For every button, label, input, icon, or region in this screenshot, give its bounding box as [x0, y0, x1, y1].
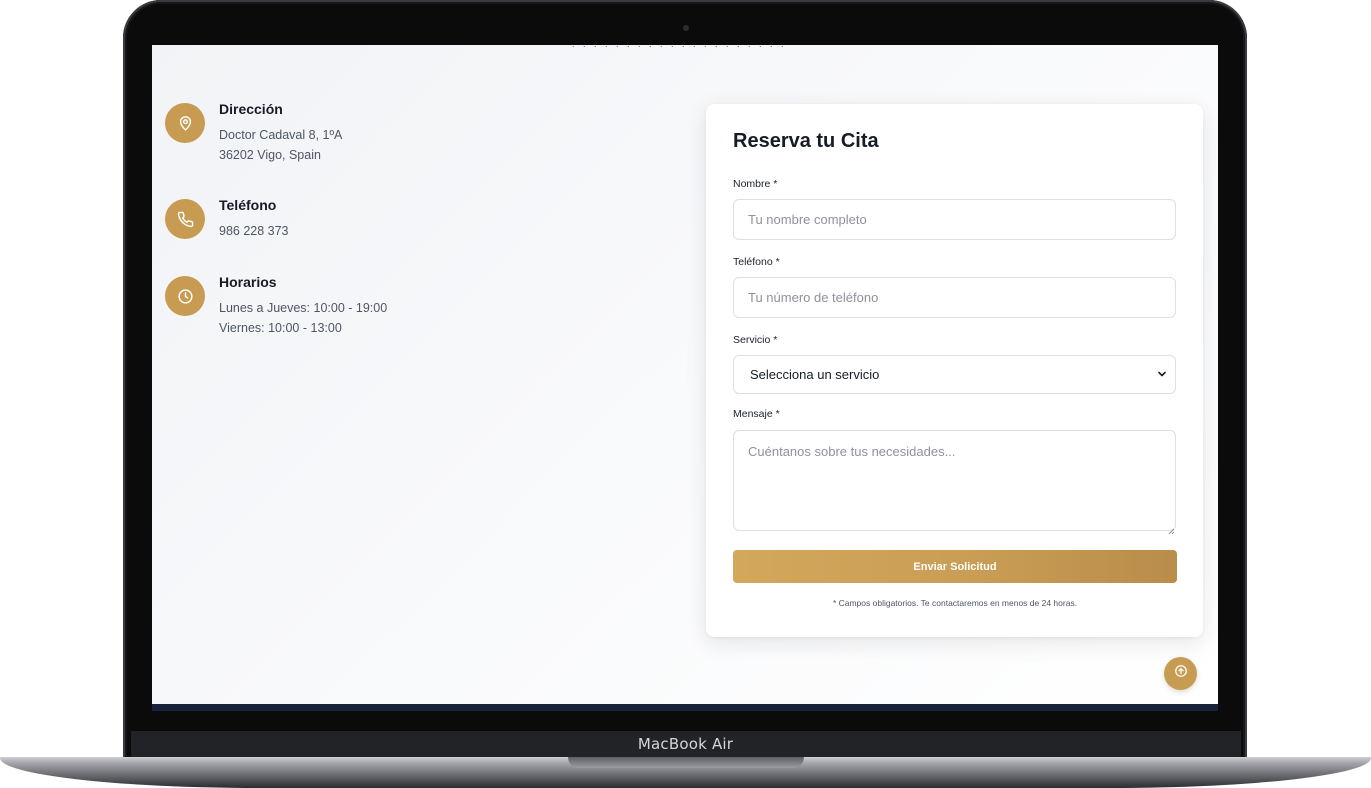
hours-line-1: Lunes a Jueves: 10:00 - 19:00 [219, 301, 388, 315]
phone-input[interactable] [733, 277, 1176, 318]
phone-label: Teléfono * [733, 256, 780, 268]
chevron-down-icon [1157, 366, 1167, 384]
name-input[interactable] [733, 199, 1176, 240]
service-label: Servicio * [733, 334, 778, 346]
device-label: MacBook Air [637, 735, 734, 753]
service-selected-value: Selecciona un servicio [750, 367, 880, 382]
scroll-to-top-button[interactable] [1164, 657, 1197, 690]
required-fields-note: * Campos obligatorios. Te contactaremos … [832, 598, 1078, 608]
laptop-hinge-notch [568, 757, 804, 768]
booking-form-card: Reserva tu Cita Nombre * Teléfono * Serv… [706, 104, 1203, 637]
service-select[interactable]: Selecciona un servicio [733, 355, 1176, 394]
hours-line-2: Viernes: 10:00 - 13:00 [219, 321, 342, 335]
name-label: Nombre * [733, 178, 778, 190]
address-line-1: Doctor Cadaval 8, 1ºA [219, 128, 343, 142]
resize-handle-icon[interactable] [1168, 522, 1175, 540]
hours-title: Horarios [219, 274, 277, 290]
submit-button[interactable]: Enviar Solicitud [733, 550, 1177, 583]
form-title: Reserva tu Cita [733, 130, 879, 152]
phone-icon [165, 199, 205, 239]
cut-off-text: . . . . . . . . . . . . . . . . . . . . [572, 45, 892, 47]
message-label: Mensaje * [733, 408, 780, 420]
camera [683, 25, 689, 31]
site-footer-edge [152, 704, 1218, 711]
address-title: Dirección [219, 101, 283, 117]
arrow-up-circle-icon [1174, 664, 1188, 683]
map-pin-icon [165, 103, 205, 143]
clock-icon [165, 276, 205, 316]
phone-title: Teléfono [219, 197, 277, 213]
address-line-2: 36202 Vigo, Spain [219, 148, 321, 162]
message-textarea[interactable] [733, 430, 1176, 531]
browser-viewport: . . . . . . . . . . . . . . . . . . . . … [152, 45, 1218, 711]
phone-number: 986 228 373 [219, 224, 289, 238]
